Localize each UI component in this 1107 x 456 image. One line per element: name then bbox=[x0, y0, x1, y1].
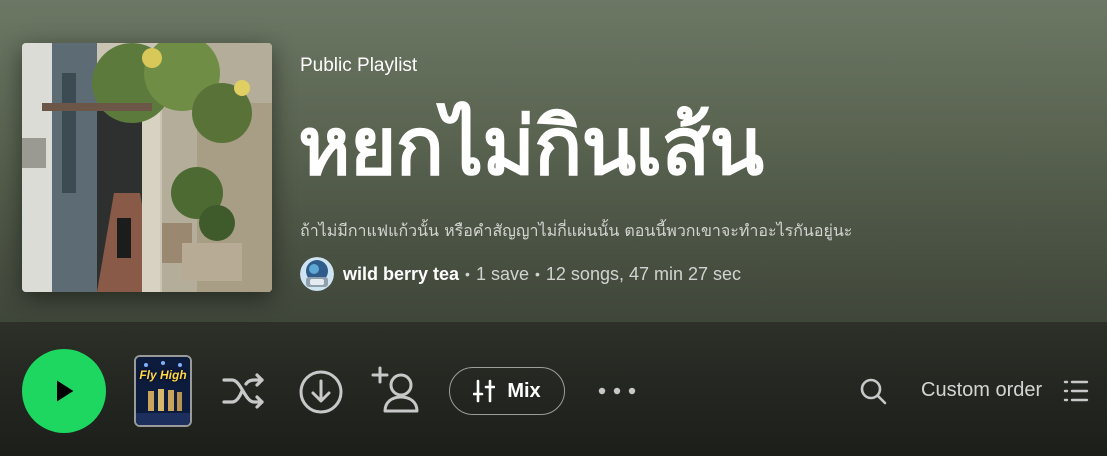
playlist-type-label: Public Playlist bbox=[300, 55, 418, 76]
playlist-title[interactable]: หยกไม่กินเส้น bbox=[298, 103, 764, 191]
add-user-icon bbox=[371, 366, 419, 413]
now-playing-cover[interactable]: Fly High bbox=[134, 355, 192, 427]
playlist-cover-image[interactable] bbox=[22, 43, 272, 292]
more-horizontal-icon bbox=[598, 387, 636, 395]
sort-order-button[interactable]: Custom order bbox=[921, 379, 1042, 402]
shuffle-button[interactable] bbox=[220, 369, 268, 413]
list-icon bbox=[1063, 380, 1089, 402]
add-to-profile-button[interactable] bbox=[370, 366, 422, 414]
play-button[interactable] bbox=[22, 349, 106, 433]
search-in-playlist-button[interactable] bbox=[856, 374, 890, 408]
view-as-list-button[interactable] bbox=[1062, 376, 1090, 406]
meta-separator: • bbox=[535, 266, 540, 282]
playlist-meta: wild berry tea • 1 save • 12 songs, 47 m… bbox=[300, 257, 741, 291]
more-options-button[interactable] bbox=[594, 376, 640, 406]
mix-label: Mix bbox=[507, 379, 541, 402]
download-button[interactable] bbox=[298, 369, 344, 415]
saves-count: 1 save bbox=[475, 263, 529, 284]
songs-duration: 12 songs, 47 min 27 sec bbox=[545, 263, 742, 284]
play-icon bbox=[57, 380, 74, 402]
sliders-icon bbox=[473, 379, 496, 403]
mix-button[interactable]: Mix bbox=[449, 367, 565, 415]
now-playing-cover-title: Fly High bbox=[139, 368, 187, 382]
playlist-description: ถ้าไม่มีกาแฟแก้วนั้น หรือคำสัญญาไม่กี่แผ… bbox=[300, 221, 853, 240]
shuffle-icon bbox=[222, 373, 264, 409]
meta-separator: • bbox=[465, 266, 470, 282]
search-icon bbox=[860, 378, 887, 405]
download-circle-icon bbox=[299, 370, 343, 414]
owner-name-link[interactable]: wild berry tea bbox=[343, 264, 459, 285]
owner-avatar[interactable] bbox=[300, 257, 334, 291]
